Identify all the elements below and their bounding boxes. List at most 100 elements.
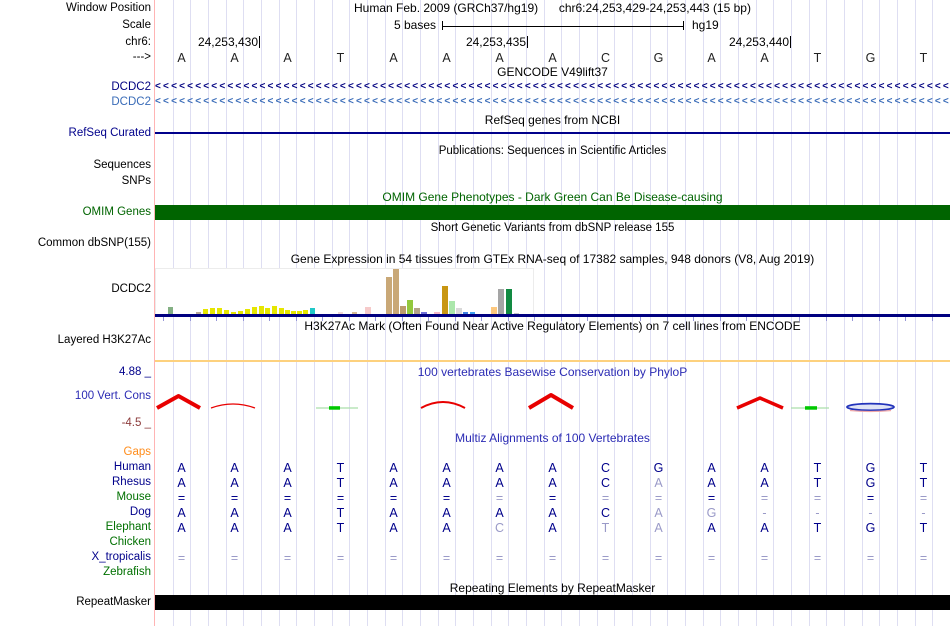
track-label-100-vert-cons[interactable]: 100 Vert. Cons [0,390,151,403]
multiz-base: C [494,521,505,535]
species-label-rhesus[interactable]: Rhesus [0,476,151,489]
multiz-base: = [760,491,769,505]
multiz-base: = [601,491,610,505]
multiz-base: T [813,461,822,475]
omim-title: OMIM Gene Phenotypes - Dark Green Can Be… [382,190,723,204]
repeatmasker-bar[interactable] [155,595,950,610]
base-letter: T [919,51,928,65]
species-label-zebrafish[interactable]: Zebrafish [0,566,151,579]
dbsnp-title: Short Genetic Variants from dbSNP releas… [430,222,675,234]
multiz-base: G [865,476,876,490]
multiz-base: = [495,551,504,565]
gtex-baseline [155,314,950,317]
multiz-base: A [283,506,292,520]
phylop-conservation-plot[interactable] [155,380,950,430]
track-label-gtex-dcdc2[interactable]: DCDC2 [0,283,151,296]
track-label-refseq-curated[interactable]: RefSeq Curated [0,127,151,140]
phylop-peak [527,393,575,410]
multiz-base: = [919,551,928,565]
track-label-sequences[interactable]: Sequences [0,159,151,172]
multiz-base: T [919,476,928,490]
gtex-expression-bar[interactable] [272,306,277,314]
track-label-layered-h3k27ac[interactable]: Layered H3K27Ac [0,334,151,347]
multiz-base: = [283,491,292,505]
multiz-base: A [283,476,292,490]
phylop-peak [156,394,201,410]
multiz-base: = [283,551,292,565]
track-label-snps[interactable]: SNPs [0,175,151,188]
gtex-expression-bar[interactable] [506,289,512,314]
refseq-gene-line[interactable] [155,132,950,134]
phylop-title: 100 vertebrates Basewise Conservation by… [417,365,688,379]
h3k27ac-title: H3K27Ac Mark (Often Found Near Active Re… [304,319,801,333]
h3k27ac-baseline [155,360,950,362]
species-label-elephant[interactable]: Elephant [0,521,151,534]
multiz-base: = [707,551,716,565]
base-sequence-row: AAATAAAACGAATGT [155,51,950,65]
multiz-base: = [442,551,451,565]
multiz-base: T [336,521,345,535]
multiz-base: = [654,491,663,505]
omim-gene-bar[interactable] [155,205,950,220]
multiz-base: A [548,521,557,535]
phylop-negative-lens [846,402,895,412]
plot-left-edge-line [154,0,155,626]
gencode-gene-dcdc2-1[interactable]: <<<<<<<<<<<<<<<<<<<<<<<<<<<<<<<<<<<<<<<<… [155,81,950,94]
multiz-base: C [600,476,611,490]
multiz-base: G [865,521,876,535]
multiz-base: T [813,521,822,535]
multiz-base: T [601,521,610,535]
multiz-base: = [866,551,875,565]
multiz-base: = [389,551,398,565]
gencode-gene-dcdc2-2[interactable]: <<<<<<<<<<<<<<<<<<<<<<<<<<<<<<<<<<<<<<<<… [155,96,950,109]
multiz-base: A [177,521,186,535]
coordinate-label: 24,253,430 [140,36,260,49]
track-label-dcdc2-gencode-2[interactable]: DCDC2 [0,96,151,109]
multiz-base: = [813,551,822,565]
multiz-row-x_tropicalis: = = = = = = = = = = = = = = = [155,551,950,566]
species-label-gaps[interactable]: Gaps [0,446,152,459]
multiz-base: = [336,491,345,505]
gtex-expression-bar[interactable] [252,307,257,314]
gtex-expression-bar[interactable] [442,286,448,314]
conservation-max-value: 4.88 _ [119,366,151,378]
multiz-base: - [868,506,873,520]
multiz-base: = [813,491,822,505]
track-label-repeatmasker[interactable]: RepeatMasker [0,596,151,609]
multiz-base: A [177,476,186,490]
multiz-base: A [283,461,292,475]
multiz-row-mouse: = = = = = = = = = = = = = = = [155,491,950,506]
gtex-expression-bar[interactable] [400,306,406,314]
gtex-expression-bar[interactable] [407,300,413,314]
coordinate-text: 24,253,440 [728,35,789,49]
gtex-expression-bar[interactable] [393,269,399,314]
species-label-human[interactable]: Human [0,461,151,474]
species-label-dog[interactable]: Dog [0,506,151,519]
gencode-title: GENCODE V49lift37 [497,65,608,79]
multiz-base: = [548,491,557,505]
base-letter: T [336,51,345,65]
track-label-common-dbsnp[interactable]: Common dbSNP(155) [0,237,151,250]
phylop-gap-dash [805,406,817,410]
phylop-bump [210,403,256,409]
gtex-expression-bar[interactable] [491,307,497,314]
multiz-base: = [548,551,557,565]
chrom-label: chr6: [125,36,151,48]
gtex-expression-bar[interactable] [498,289,504,314]
gtex-expression-bar[interactable] [386,277,392,314]
track-label-omim-genes[interactable]: OMIM Genes [0,206,151,219]
gtex-expression-bar[interactable] [365,307,371,314]
multiz-base: = [389,491,398,505]
multiz-base: A [654,506,663,520]
gtex-expression-bar[interactable] [168,307,173,314]
species-label-chicken[interactable]: Chicken [0,536,151,549]
coordinate-tick [259,36,260,48]
species-label-x_tropicalis[interactable]: X_tropicalis [0,551,151,564]
track-label-dcdc2-gencode-1[interactable]: DCDC2 [0,81,151,94]
multiz-row-rhesus: AAATAAAACAAATGT [155,476,950,491]
gtex-expression-bar[interactable] [449,301,455,314]
multiz-base: = [336,551,345,565]
scale-label: Scale [122,19,151,31]
species-label-mouse[interactable]: Mouse [0,491,151,504]
gtex-expression-bar[interactable] [259,306,264,314]
